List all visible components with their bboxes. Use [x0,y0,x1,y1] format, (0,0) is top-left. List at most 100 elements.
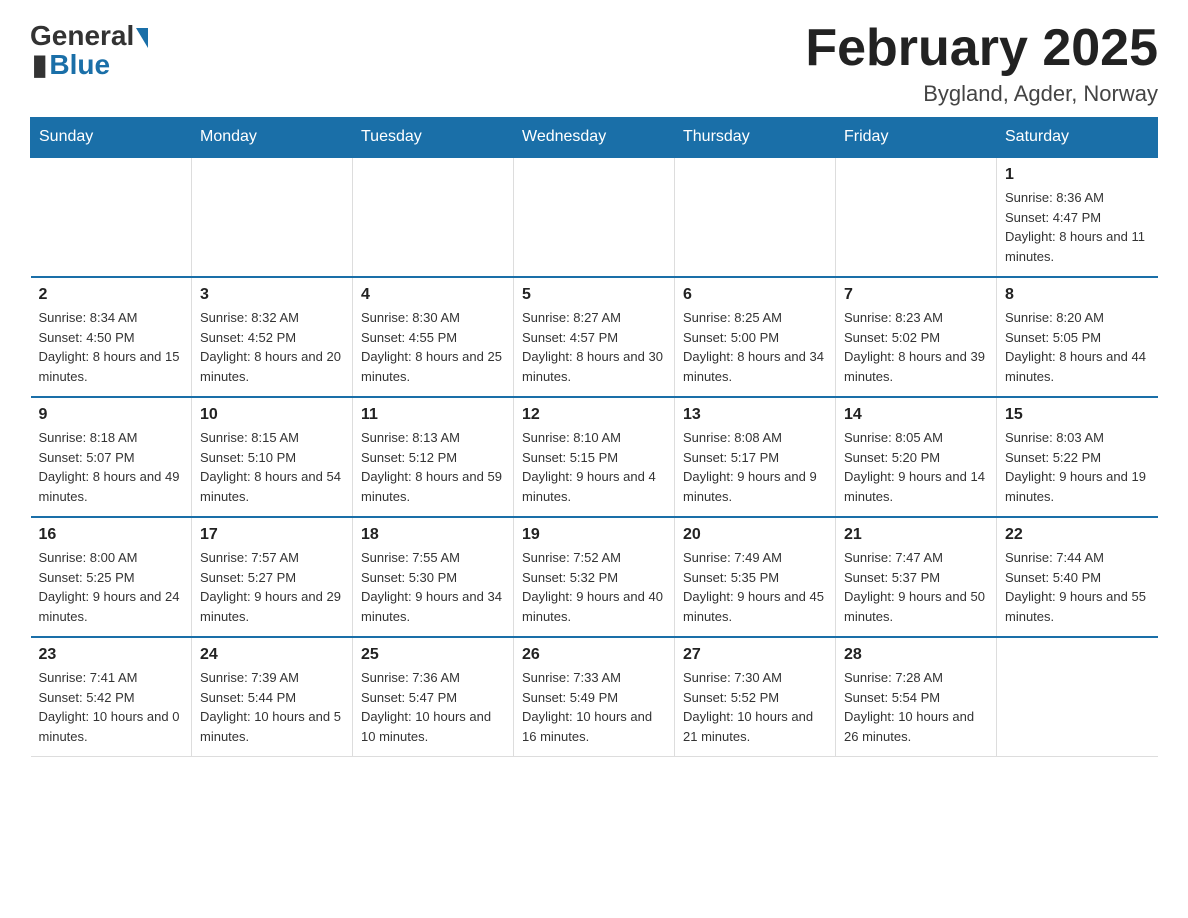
day-info-text: Sunrise: 7:52 AM [522,548,666,568]
calendar-cell: 4Sunrise: 8:30 AMSunset: 4:55 PMDaylight… [353,277,514,397]
day-number: 10 [200,406,344,424]
calendar-cell: 1Sunrise: 8:36 AMSunset: 4:47 PMDaylight… [997,157,1158,277]
day-info-text: Sunrise: 8:20 AM [1005,308,1150,328]
calendar-cell: 13 Sunrise: 8:08 AMSunset: 5:17 PMDayligh… [675,397,836,517]
calendar-cell [675,157,836,277]
day-info-text: Sunset: 5:52 PM [683,688,827,708]
calendar-cell: 18Sunrise: 7:55 AMSunset: 5:30 PMDayligh… [353,517,514,637]
location-text: Bygland, Agder, Norway [805,81,1158,107]
day-number: 8 [1005,286,1150,304]
day-info-text: Daylight: 8 hours and 25 minutes. [361,347,505,386]
day-number: 14 [844,406,988,424]
day-info-text: Daylight: 9 hours and 9 minutes. [683,467,827,506]
day-info-text: Daylight: 8 hours and 59 minutes. [361,467,505,506]
day-info-text: Sunrise: 8:23 AM [844,308,988,328]
calendar-cell: 8 Sunrise: 8:20 AMSunset: 5:05 PMDaylight… [997,277,1158,397]
day-info-text: Sunset: 5:20 PM [844,448,988,468]
day-number: 27 [683,646,827,664]
day-number: 1 [1005,166,1150,184]
day-number: 20 [683,526,827,544]
day-info-text: Daylight: 8 hours and 39 minutes. [844,347,988,386]
day-number: 18 [361,526,505,544]
day-info-text: Sunrise: 8:00 AM [39,548,184,568]
day-info-text: Sunrise: 8:03 AM [1005,428,1150,448]
day-info-text: Sunrise: 8:32 AM [200,308,344,328]
day-number: 3 [200,286,344,304]
calendar-cell: 21Sunrise: 7:47 AMSunset: 5:37 PMDayligh… [836,517,997,637]
calendar-cell [997,637,1158,757]
day-number: 6 [683,286,827,304]
day-info-text: Sunrise: 8:18 AM [39,428,184,448]
calendar-cell [836,157,997,277]
day-header-wednesday: Wednesday [514,118,675,158]
day-number: 25 [361,646,505,664]
calendar-week-row: 2Sunrise: 8:34 AMSunset: 4:50 PMDaylight… [31,277,1158,397]
day-info-text: Sunset: 4:57 PM [522,328,666,348]
day-info-text: Sunrise: 8:05 AM [844,428,988,448]
day-info-text: Sunset: 5:12 PM [361,448,505,468]
day-info-text: Daylight: 9 hours and 50 minutes. [844,587,988,626]
day-info-text: Sunset: 5:07 PM [39,448,184,468]
calendar-cell: 2Sunrise: 8:34 AMSunset: 4:50 PMDaylight… [31,277,192,397]
day-info-text: Sunset: 5:42 PM [39,688,184,708]
day-number: 22 [1005,526,1150,544]
calendar-table: SundayMondayTuesdayWednesdayThursdayFrid… [30,117,1158,757]
day-info-text: Daylight: 9 hours and 34 minutes. [361,587,505,626]
month-title: February 2025 [805,20,1158,77]
day-number: 7 [844,286,988,304]
day-number: 24 [200,646,344,664]
day-info-text: Sunrise: 7:41 AM [39,668,184,688]
day-info-text: Sunrise: 8:15 AM [200,428,344,448]
day-number: 13 [683,406,827,424]
day-info-text: Daylight: 8 hours and 49 minutes. [39,467,184,506]
day-info-text: Sunrise: 8:13 AM [361,428,505,448]
day-info-text: Sunrise: 7:49 AM [683,548,827,568]
day-info-text: Sunrise: 7:28 AM [844,668,988,688]
day-info-text: Daylight: 8 hours and 15 minutes. [39,347,184,386]
day-header-thursday: Thursday [675,118,836,158]
day-number: 12 [522,406,666,424]
logo-arrow-icon [136,28,148,48]
day-info-text: Daylight: 10 hours and 16 minutes. [522,707,666,746]
logo-blue-text: Blue [49,49,110,81]
day-number: 15 [1005,406,1150,424]
day-info-text: Sunset: 5:17 PM [683,448,827,468]
day-info-text: Sunrise: 7:33 AM [522,668,666,688]
day-info-text: Daylight: 9 hours and 19 minutes. [1005,467,1150,506]
calendar-cell: 12Sunrise: 8:10 AMSunset: 5:15 PMDayligh… [514,397,675,517]
calendar-cell: 7 Sunrise: 8:23 AMSunset: 5:02 PMDaylight… [836,277,997,397]
day-number: 16 [39,526,184,544]
day-info-text: Sunset: 5:05 PM [1005,328,1150,348]
day-info-text: Sunset: 5:22 PM [1005,448,1150,468]
day-number: 26 [522,646,666,664]
day-header-saturday: Saturday [997,118,1158,158]
day-info-text: Daylight: 8 hours and 44 minutes. [1005,347,1150,386]
logo: General ▮ Blue [30,20,148,81]
day-info-text: Sunrise: 7:47 AM [844,548,988,568]
day-info-text: Sunrise: 8:27 AM [522,308,666,328]
day-info-text: Sunrise: 7:36 AM [361,668,505,688]
day-info-text: Sunrise: 8:36 AM [1005,188,1150,208]
calendar-cell: 20Sunrise: 7:49 AMSunset: 5:35 PMDayligh… [675,517,836,637]
day-info-text: Sunrise: 8:08 AM [683,428,827,448]
day-info-text: Sunset: 5:47 PM [361,688,505,708]
day-info-text: Daylight: 8 hours and 30 minutes. [522,347,666,386]
day-info-text: Sunset: 5:37 PM [844,568,988,588]
day-info-text: Sunrise: 7:39 AM [200,668,344,688]
day-info-text: Sunset: 5:49 PM [522,688,666,708]
day-header-friday: Friday [836,118,997,158]
calendar-cell [31,157,192,277]
day-info-text: Sunset: 5:15 PM [522,448,666,468]
calendar-cell: 14 Sunrise: 8:05 AMSunset: 5:20 PMDayligh… [836,397,997,517]
day-info-text: Sunset: 5:02 PM [844,328,988,348]
day-info-text: Daylight: 9 hours and 14 minutes. [844,467,988,506]
calendar-cell: 27Sunrise: 7:30 AMSunset: 5:52 PMDayligh… [675,637,836,757]
title-section: February 2025 Bygland, Agder, Norway [805,20,1158,107]
day-info-text: Sunset: 5:27 PM [200,568,344,588]
day-info-text: Sunrise: 8:25 AM [683,308,827,328]
day-info-text: Sunset: 5:54 PM [844,688,988,708]
day-info-text: Daylight: 10 hours and 0 minutes. [39,707,184,746]
day-info-text: Daylight: 10 hours and 10 minutes. [361,707,505,746]
calendar-cell: 11Sunrise: 8:13 AMSunset: 5:12 PMDayligh… [353,397,514,517]
day-info-text: Sunset: 5:32 PM [522,568,666,588]
